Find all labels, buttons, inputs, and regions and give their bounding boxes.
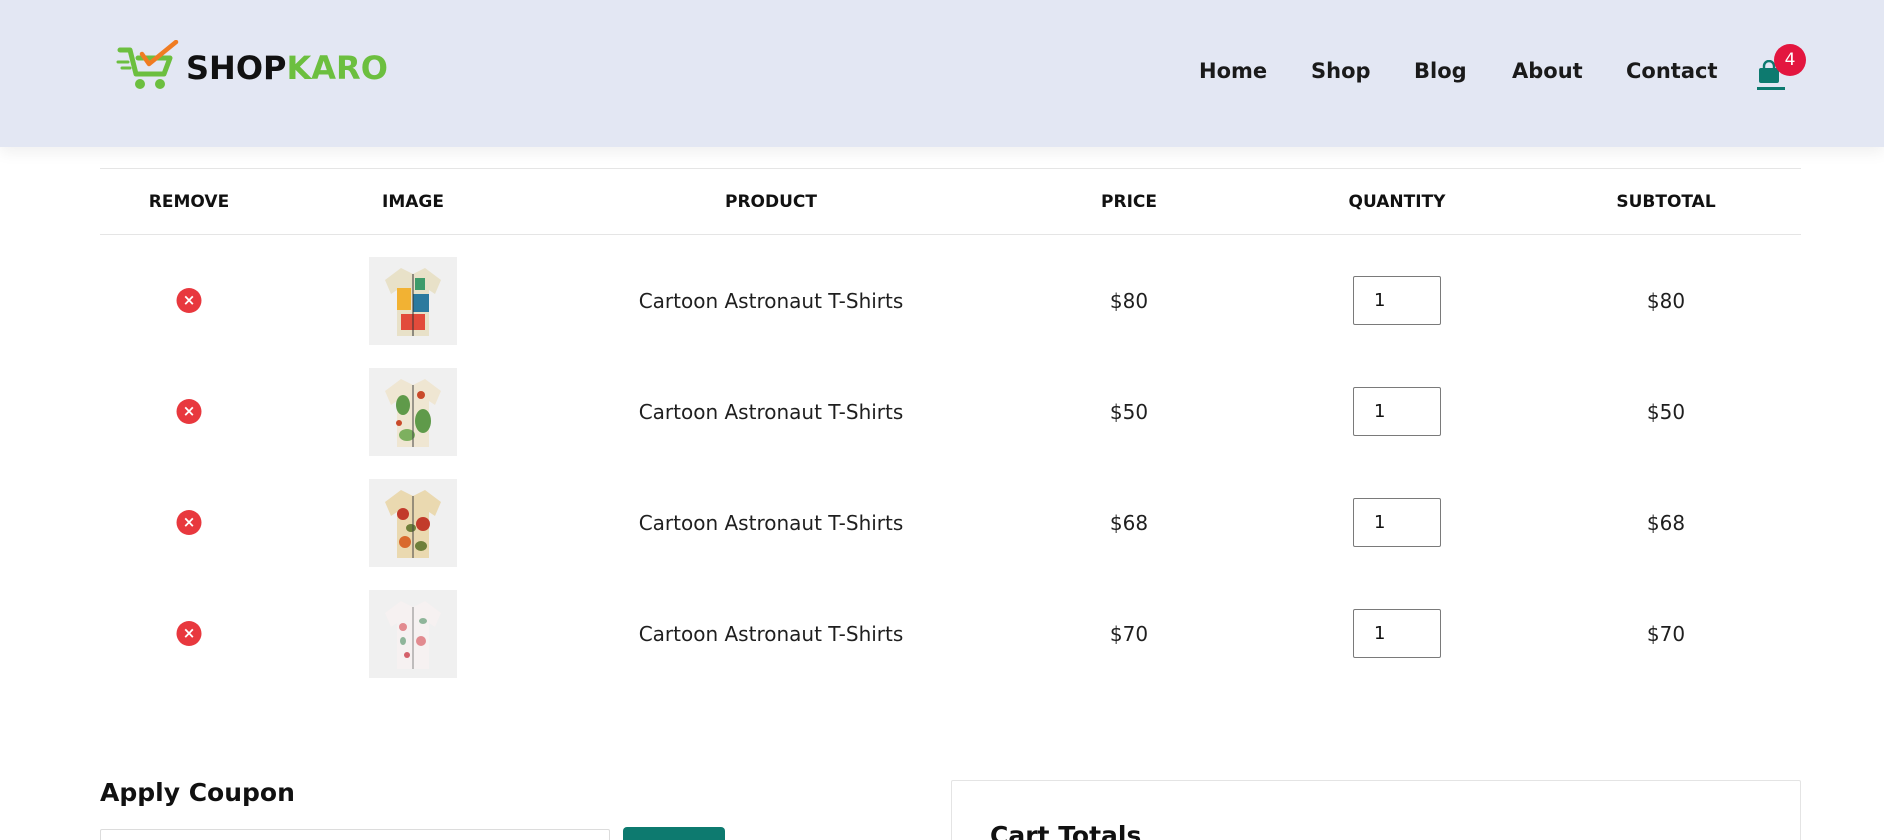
header-quantity: QUANTITY [1348, 192, 1446, 212]
quantity-input[interactable] [1353, 387, 1441, 436]
price-cell: $68 [1110, 467, 1148, 578]
nav-shop[interactable]: Shop [1311, 56, 1371, 86]
table-row: × Cartoon Astronaut T-Shirts $68 1 $68 [100, 467, 1801, 578]
table-row: × Cartoon Astronaut T-Shirts $80 1 $80 [100, 245, 1801, 356]
quantity-cell [1353, 356, 1441, 467]
product-thumbnail[interactable] [369, 367, 457, 456]
nav-contact[interactable]: Contact [1626, 56, 1718, 86]
product-cell: Cartoon Astronaut T-Shirts [639, 245, 904, 356]
remove-item-button[interactable]: × [176, 288, 202, 313]
quantity-cell [1353, 467, 1441, 578]
quantity-cell [1353, 245, 1441, 356]
apply-coupon-button[interactable] [623, 827, 725, 840]
quantity-input[interactable] [1353, 276, 1441, 325]
quantity-input[interactable] [1353, 609, 1441, 658]
header-subtotal: SUBTOTAL [1616, 192, 1716, 212]
quantity-cell [1353, 578, 1441, 689]
remove-cell: × [176, 578, 202, 689]
product-price: $50 [1109, 399, 1149, 424]
cart-totals-panel: Cart Totals [951, 780, 1801, 840]
nav-about[interactable]: About [1512, 56, 1583, 86]
product-thumbnail[interactable] [369, 589, 457, 678]
product-cell: Cartoon Astronaut T-Shirts [639, 467, 904, 578]
subtotal-cell: $80 [1647, 245, 1685, 356]
row-subtotal: $50 [1646, 399, 1686, 424]
coupon-input[interactable] [100, 829, 610, 840]
price-cell: $80 [1110, 245, 1148, 356]
remove-item-button[interactable]: × [176, 621, 202, 646]
product-price: $80 [1109, 288, 1149, 313]
price-cell: $70 [1110, 578, 1148, 689]
table-row: × Cartoon Astronaut T-Shirts $50 1 $50 [100, 356, 1801, 467]
row-subtotal: $68 [1646, 510, 1686, 535]
remove-item-button[interactable]: × [176, 510, 202, 535]
cart-table: REMOVE IMAGE PRODUCT PRICE QUANTITY SUBT… [100, 168, 1801, 689]
cart-count-badge: 4 [1774, 44, 1806, 76]
remove-cell: × [176, 356, 202, 467]
product-cell: Cartoon Astronaut T-Shirts [639, 356, 904, 467]
shirt-icon [385, 267, 441, 336]
product-thumbnail[interactable] [369, 256, 457, 345]
product-name[interactable]: Cartoon Astronaut T-Shirts [639, 289, 904, 313]
price-cell: $50 [1110, 356, 1148, 467]
product-name[interactable]: Cartoon Astronaut T-Shirts [639, 622, 904, 646]
cart-button[interactable]: 4 [1752, 44, 1812, 98]
header-image: IMAGE [382, 192, 444, 212]
table-header: REMOVE IMAGE PRODUCT PRICE QUANTITY SUBT… [100, 168, 1801, 235]
cart-totals-title: Cart Totals [990, 821, 1142, 840]
image-cell [369, 578, 457, 689]
remove-cell: × [176, 467, 202, 578]
image-cell [369, 356, 457, 467]
header-price: PRICE [1101, 192, 1157, 212]
table-row: × Cartoon Astronaut T-Shirts $70 1 $70 [100, 578, 1801, 689]
quantity-input[interactable] [1353, 498, 1441, 547]
coupon-title: Apply Coupon [100, 778, 295, 807]
shirt-icon [385, 600, 441, 669]
subtotal-cell: $50 [1647, 356, 1685, 467]
row-subtotal: $70 [1646, 621, 1686, 646]
product-price: $70 [1109, 621, 1149, 646]
product-name[interactable]: Cartoon Astronaut T-Shirts [639, 400, 904, 424]
product-name[interactable]: Cartoon Astronaut T-Shirts [639, 511, 904, 535]
header-remove: REMOVE [148, 192, 230, 212]
remove-item-button[interactable]: × [176, 399, 202, 424]
nav-blog[interactable]: Blog [1414, 56, 1467, 86]
product-cell: Cartoon Astronaut T-Shirts [639, 578, 904, 689]
nav-home[interactable]: Home [1199, 56, 1267, 86]
cart-underline [1757, 87, 1785, 90]
product-price: $68 [1109, 510, 1149, 535]
shirt-icon [385, 489, 441, 558]
shirt-icon [385, 378, 441, 447]
main-nav: Home Shop Blog About Contact [0, 56, 1884, 86]
image-cell [369, 467, 457, 578]
row-subtotal: $80 [1646, 288, 1686, 313]
subtotal-cell: $68 [1647, 467, 1685, 578]
product-thumbnail[interactable] [369, 478, 457, 567]
image-cell [369, 245, 457, 356]
header-product: PRODUCT [725, 192, 817, 212]
remove-cell: × [176, 245, 202, 356]
site-header: SHOPKARO Home Shop Blog About Contact 4 [0, 0, 1884, 147]
subtotal-cell: $70 [1647, 578, 1685, 689]
